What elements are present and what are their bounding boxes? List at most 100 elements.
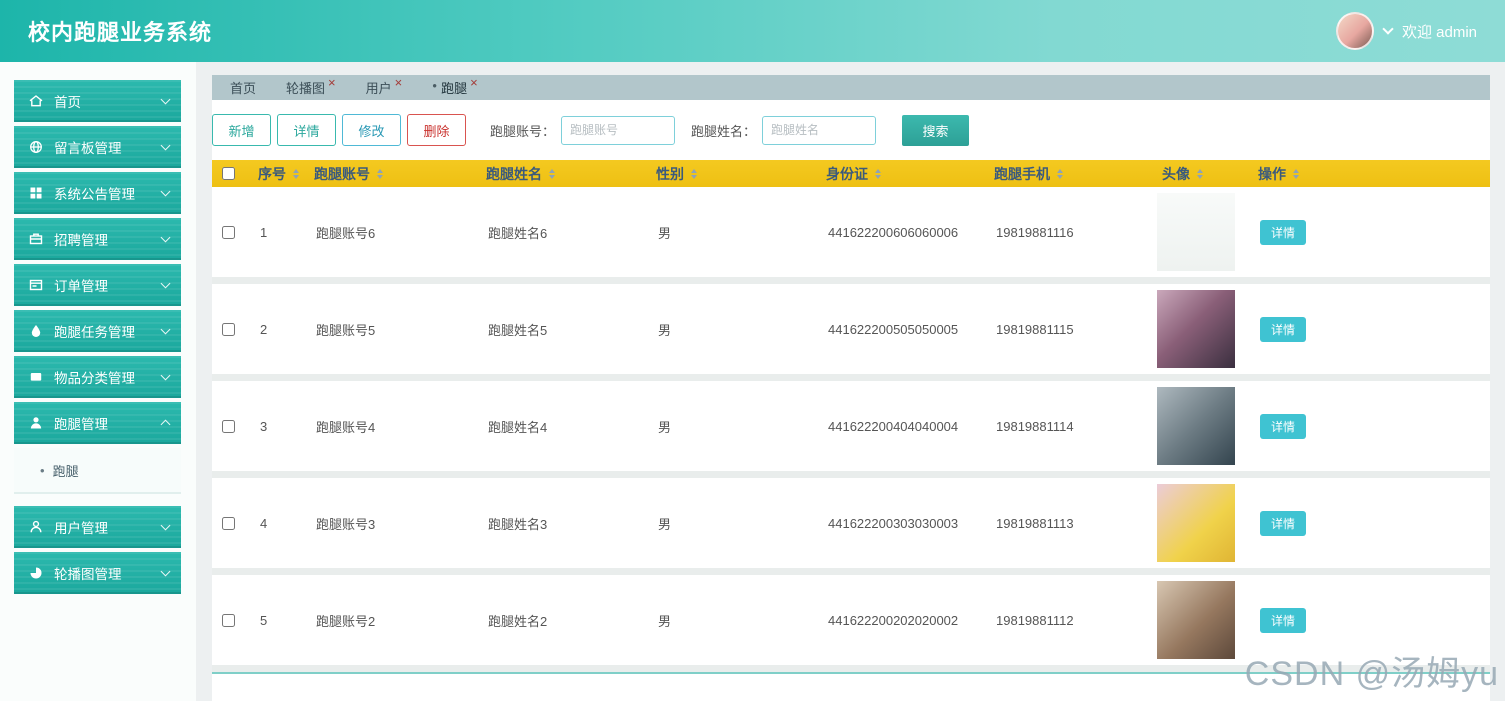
tab-carousel[interactable]: 轮播图 × [286,76,336,97]
sidebar-item-task[interactable]: 跑腿任务管理 [14,310,181,352]
sidebar-item-label: 订单管理 [54,279,108,294]
active-tab-dot-icon: ● [432,81,438,90]
cell-account: 跑腿账号2 [316,613,376,629]
cell-gender: 男 [658,225,672,241]
sidebar-item-user[interactable]: 用户管理 [14,506,181,548]
account-field-label: 跑腿账号： [490,123,556,139]
column-header-actions[interactable]: 操作 [1244,164,1490,184]
chevron-down-icon[interactable] [1382,23,1394,35]
name-field-label: 跑腿姓名： [691,123,757,139]
home-icon [29,95,43,107]
cell-idcard: 441622200606060006 [828,224,959,240]
row-checkbox[interactable] [221,322,235,336]
sidebar-item-home[interactable]: 首页 [14,80,181,122]
toolbar: 新增 详情 修改 删除 跑腿账号： 跑腿姓名： 搜索 [212,100,1490,146]
chevron-down-icon [160,324,171,335]
recruit-icon [29,233,43,245]
add-button[interactable]: 新增 [212,114,271,146]
column-header-gender[interactable]: 性别 [642,164,812,184]
sort-icon[interactable] [1057,168,1063,179]
sidebar-item-message-board[interactable]: 留言板管理 [14,126,181,168]
sort-icon[interactable] [549,168,555,179]
cell-name: 跑腿姓名2 [488,613,548,629]
cell-phone: 19819881115 [996,321,1074,337]
row-detail-button[interactable]: 详情 [1260,413,1307,439]
tab-home[interactable]: 首页 [230,78,256,97]
main-panel: 首页 轮播图 × 用户 × ● 跑腿 × 新增 详情 修改 删除 跑腿账号： 跑… [212,75,1490,701]
cell-phone: 19819881116 [996,224,1074,240]
chevron-down-icon [160,520,171,531]
row-detail-button[interactable]: 详情 [1260,607,1307,633]
user-avatar[interactable] [1335,12,1374,50]
edit-button[interactable]: 修改 [342,114,401,146]
row-checkbox[interactable] [221,419,235,433]
tab-label: 首页 [230,81,257,96]
sidebar-item-label: 跑腿任务管理 [54,325,135,340]
carousel-icon [30,567,42,579]
sidebar-item-label: 招聘管理 [54,233,108,248]
chevron-down-icon [160,186,171,197]
cell-seq: 1 [260,224,268,240]
select-all-checkbox[interactable] [221,167,235,180]
delete-button[interactable]: 删除 [407,114,466,146]
cell-account: 跑腿账号6 [316,225,376,241]
chevron-down-icon [160,140,171,151]
tab-runner[interactable]: ● 跑腿 × [432,76,478,97]
row-checkbox[interactable] [221,225,235,239]
row-detail-button[interactable]: 详情 [1260,316,1307,342]
column-header-account[interactable]: 跑腿账号 [300,164,472,184]
table-row: 1 跑腿账号6 跑腿姓名6 男 441622200606060006 19819… [212,187,1490,277]
column-header-phone[interactable]: 跑腿手机 [980,164,1148,184]
runner-icon [30,417,42,429]
sort-icon[interactable] [293,168,299,179]
sort-icon[interactable] [377,168,383,179]
sort-icon[interactable] [875,168,881,179]
column-header-idcard[interactable]: 身份证 [812,164,980,184]
search-button[interactable]: 搜索 [902,114,970,146]
sidebar-item-order[interactable]: 订单管理 [14,264,181,306]
tab-user[interactable]: 用户 × [366,76,403,97]
avatar-image [1157,581,1235,659]
sidebar-subitem-runner[interactable]: • 跑腿 [14,448,181,494]
cell-phone: 19819881113 [996,515,1074,531]
user-area[interactable]: 欢迎 admin [1335,12,1477,50]
column-header-name[interactable]: 跑腿姓名 [472,164,642,184]
sidebar-item-announcement[interactable]: 系统公告管理 [14,172,181,214]
bullet-icon: • [40,462,45,478]
sort-icon[interactable] [691,168,697,179]
name-input[interactable] [762,115,877,145]
app-title: 校内跑腿业务系统 [28,20,213,45]
app-header: 校内跑腿业务系统 欢迎 admin [0,0,1505,62]
detail-button[interactable]: 详情 [277,114,336,146]
account-input[interactable] [561,115,676,145]
cell-name: 跑腿姓名5 [488,322,548,338]
row-checkbox[interactable] [221,516,235,530]
sidebar-item-carousel[interactable]: 轮播图管理 [14,552,181,594]
chevron-down-icon [160,278,171,289]
sidebar-item-recruit[interactable]: 招聘管理 [14,218,181,260]
table-row: 2 跑腿账号5 跑腿姓名5 男 441622200505050005 19819… [212,284,1490,374]
row-detail-button[interactable]: 详情 [1260,219,1307,245]
column-header-avatar[interactable]: 头像 [1148,164,1244,184]
cell-account: 跑腿账号4 [316,419,376,435]
cell-seq: 4 [260,515,268,531]
sidebar-item-label: 物品分类管理 [54,371,135,386]
column-header-seq[interactable]: 序号 [244,164,300,184]
sidebar-item-runner[interactable]: 跑腿管理 [14,402,181,444]
close-icon[interactable]: × [395,76,403,89]
cell-gender: 男 [658,322,672,338]
tab-bar: 首页 轮播图 × 用户 × ● 跑腿 × [212,75,1490,100]
close-icon[interactable]: × [328,76,336,89]
user-icon [30,520,42,533]
sort-icon[interactable] [1293,168,1299,179]
cell-name: 跑腿姓名6 [488,225,548,241]
sidebar-item-label: 用户管理 [54,521,108,536]
sort-icon[interactable] [1197,168,1203,179]
row-detail-button[interactable]: 详情 [1260,510,1307,536]
cell-account: 跑腿账号3 [316,516,376,532]
row-checkbox[interactable] [221,613,235,627]
close-icon[interactable]: × [470,76,478,89]
tab-label: 跑腿 [441,81,468,96]
sidebar-item-category[interactable]: 物品分类管理 [14,356,181,398]
